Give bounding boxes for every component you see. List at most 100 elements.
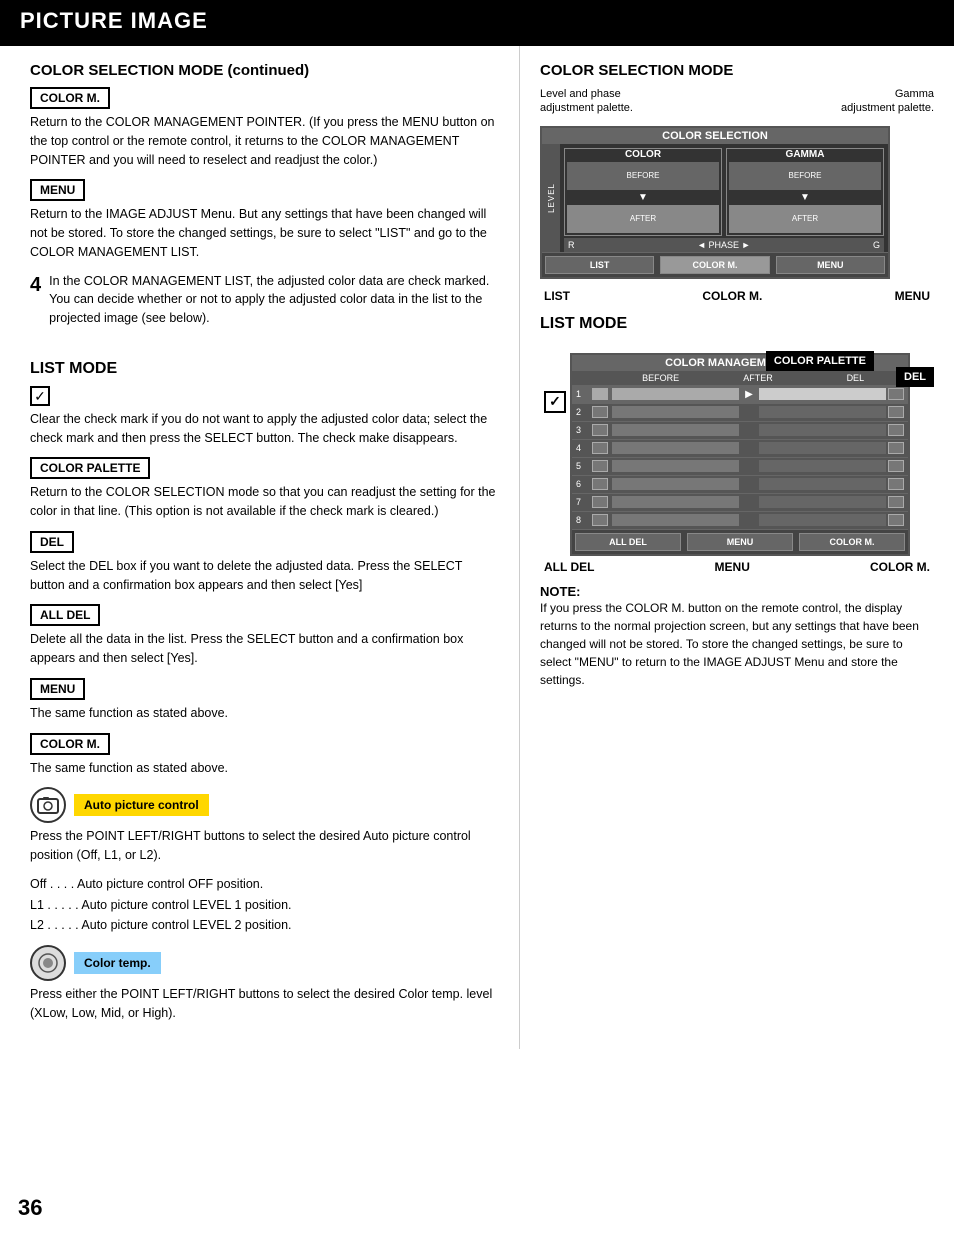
row3-del: [888, 424, 904, 436]
level-label: LEVEL: [547, 183, 556, 213]
page-number: 36: [18, 1195, 42, 1221]
all-del-outer-label: ALL DEL: [544, 560, 594, 574]
note-section: NOTE: If you press the COLOR M. button o…: [540, 584, 934, 689]
color-temp-desc: Press either the POINT LEFT/RIGHT button…: [30, 985, 499, 1023]
row4-del: [888, 442, 904, 454]
row8-check: [592, 514, 608, 526]
menu-outer-label: MENU: [715, 560, 750, 574]
row4-check: [592, 442, 608, 454]
ld-col-headers: BEFORE AFTER DEL: [572, 371, 908, 385]
section2-title: COLOR SELECTION MODE: [540, 62, 934, 79]
diagram-annotations: Level and phaseadjustment palette. Gamma…: [540, 87, 934, 116]
ld-outer-labels: ALL DEL MENU COLOR M.: [540, 560, 934, 574]
level-phase-annotation: Level and phaseadjustment palette.: [540, 87, 633, 116]
list-checkmark: ✓: [544, 391, 566, 413]
table-row: 8: [572, 511, 908, 529]
after-label1: AFTER: [630, 214, 656, 223]
color-selection-diagram: COLOR SELECTION LEVEL COLOR BEFORE ▼: [540, 126, 890, 279]
before-label1: BEFORE: [627, 171, 660, 180]
page-title: PICTURE IMAGE: [20, 8, 208, 34]
auto-l1: L1 . . . . . Auto picture control LEVEL …: [30, 896, 499, 915]
checkmark: ✓: [30, 386, 50, 406]
list-btn: LIST: [545, 256, 654, 274]
del-callout: DEL: [896, 367, 934, 387]
menu-button: MENU: [30, 179, 499, 205]
table-row: 3: [572, 421, 908, 439]
ld-bottom: ALL DEL MENU COLOR M.: [572, 529, 908, 554]
arrow-down2: ▼: [727, 192, 883, 203]
row7-del: [888, 496, 904, 508]
phase-row: R ◄ PHASE ► G: [564, 238, 884, 252]
color-temp-label: Color temp.: [74, 952, 161, 974]
row7-check: [592, 496, 608, 508]
g-label: G: [873, 240, 880, 250]
menu-bottom-label: MENU: [895, 289, 930, 303]
all-del-button: ALL DEL: [30, 604, 499, 630]
auto-picture-icon: [30, 787, 66, 823]
row5-before: [612, 460, 739, 472]
page-header: PICTURE IMAGE: [0, 0, 954, 46]
all-del-desc: Delete all the data in the list. Press t…: [30, 630, 499, 668]
color-m-inner-btn: COLOR M.: [799, 533, 905, 551]
list-bottom-label: LIST: [544, 289, 570, 303]
row1-check: [592, 388, 608, 400]
color-m2-desc: The same function as stated above.: [30, 759, 499, 778]
table-row: 4: [572, 439, 908, 457]
row6-check: [592, 478, 608, 490]
thermometer-icon: [37, 952, 59, 974]
note-text: If you press the COLOR M. button on the …: [540, 599, 934, 689]
before-label2: BEFORE: [789, 171, 822, 180]
table-row: 1 ▶: [572, 385, 908, 403]
color-palette-callout: COLOR PALETTE: [766, 351, 874, 371]
row4-before: [612, 442, 739, 454]
color-temp-icon: [30, 945, 66, 981]
color-palette-desc: Return to the COLOR SELECTION mode so th…: [30, 483, 499, 521]
row3-after: [759, 424, 886, 436]
table-row: 5: [572, 457, 908, 475]
checkmark-desc: Clear the check mark if you do not want …: [30, 410, 499, 448]
r-label: R: [568, 240, 575, 250]
row2-del: [888, 406, 904, 418]
cs-header: COLOR SELECTION: [542, 128, 888, 144]
del-button: DEL: [30, 531, 499, 557]
auto-l2: L2 . . . . . Auto picture control LEVEL …: [30, 916, 499, 935]
camera-icon: [36, 793, 60, 817]
color-m-button: COLOR M.: [30, 87, 499, 113]
after-label2: AFTER: [792, 214, 818, 223]
list-diagram: COLOR MANAGEMENT LIST BEFORE AFTER DEL 1…: [570, 353, 910, 556]
color-palette-button: COLOR PALETTE: [30, 457, 499, 483]
row5-del: [888, 460, 904, 472]
row1-before: [612, 388, 739, 400]
table-row: 6: [572, 475, 908, 493]
menu-btn: MENU: [776, 256, 885, 274]
menu-desc: Return to the IMAGE ADJUST Menu. But any…: [30, 205, 499, 261]
list-mode-title-right: LIST MODE: [540, 315, 934, 333]
row1-del: [888, 388, 904, 400]
row5-check: [592, 460, 608, 472]
row6-before: [612, 478, 739, 490]
cs-bottom-labels: LIST COLOR M. MENU: [540, 289, 934, 303]
row5-after: [759, 460, 886, 472]
step4-desc: In the COLOR MANAGEMENT LIST, the adjust…: [49, 272, 499, 328]
row2-before: [612, 406, 739, 418]
auto-picture-desc: Press the POINT LEFT/RIGHT buttons to se…: [30, 827, 499, 865]
all-del-inner-btn: ALL DEL: [575, 533, 681, 551]
row3-before: [612, 424, 739, 436]
row4-after: [759, 442, 886, 454]
gamma-col-title: GAMMA: [727, 149, 883, 160]
del-col: DEL: [807, 373, 904, 383]
row7-after: [759, 496, 886, 508]
arrow-down1: ▼: [565, 192, 721, 203]
auto-picture-label: Auto picture control: [74, 794, 209, 816]
row6-after: [759, 478, 886, 490]
color-m-bottom-label: COLOR M.: [702, 289, 762, 303]
gamma-annotation: Gammaadjustment palette.: [841, 87, 934, 116]
auto-off: Off . . . . Auto picture control OFF pos…: [30, 875, 499, 894]
row1-after: [759, 388, 886, 400]
menu-inner-btn: MENU: [687, 533, 793, 551]
del-desc: Select the DEL box if you want to delete…: [30, 557, 499, 595]
list-diagram-area: COLOR PALETTE DEL ✓ COLOR MANAGEMENT LIS…: [540, 353, 934, 556]
row6-del: [888, 478, 904, 490]
after-col: AFTER: [709, 373, 806, 383]
list-mode-title-left: LIST MODE: [30, 360, 499, 378]
